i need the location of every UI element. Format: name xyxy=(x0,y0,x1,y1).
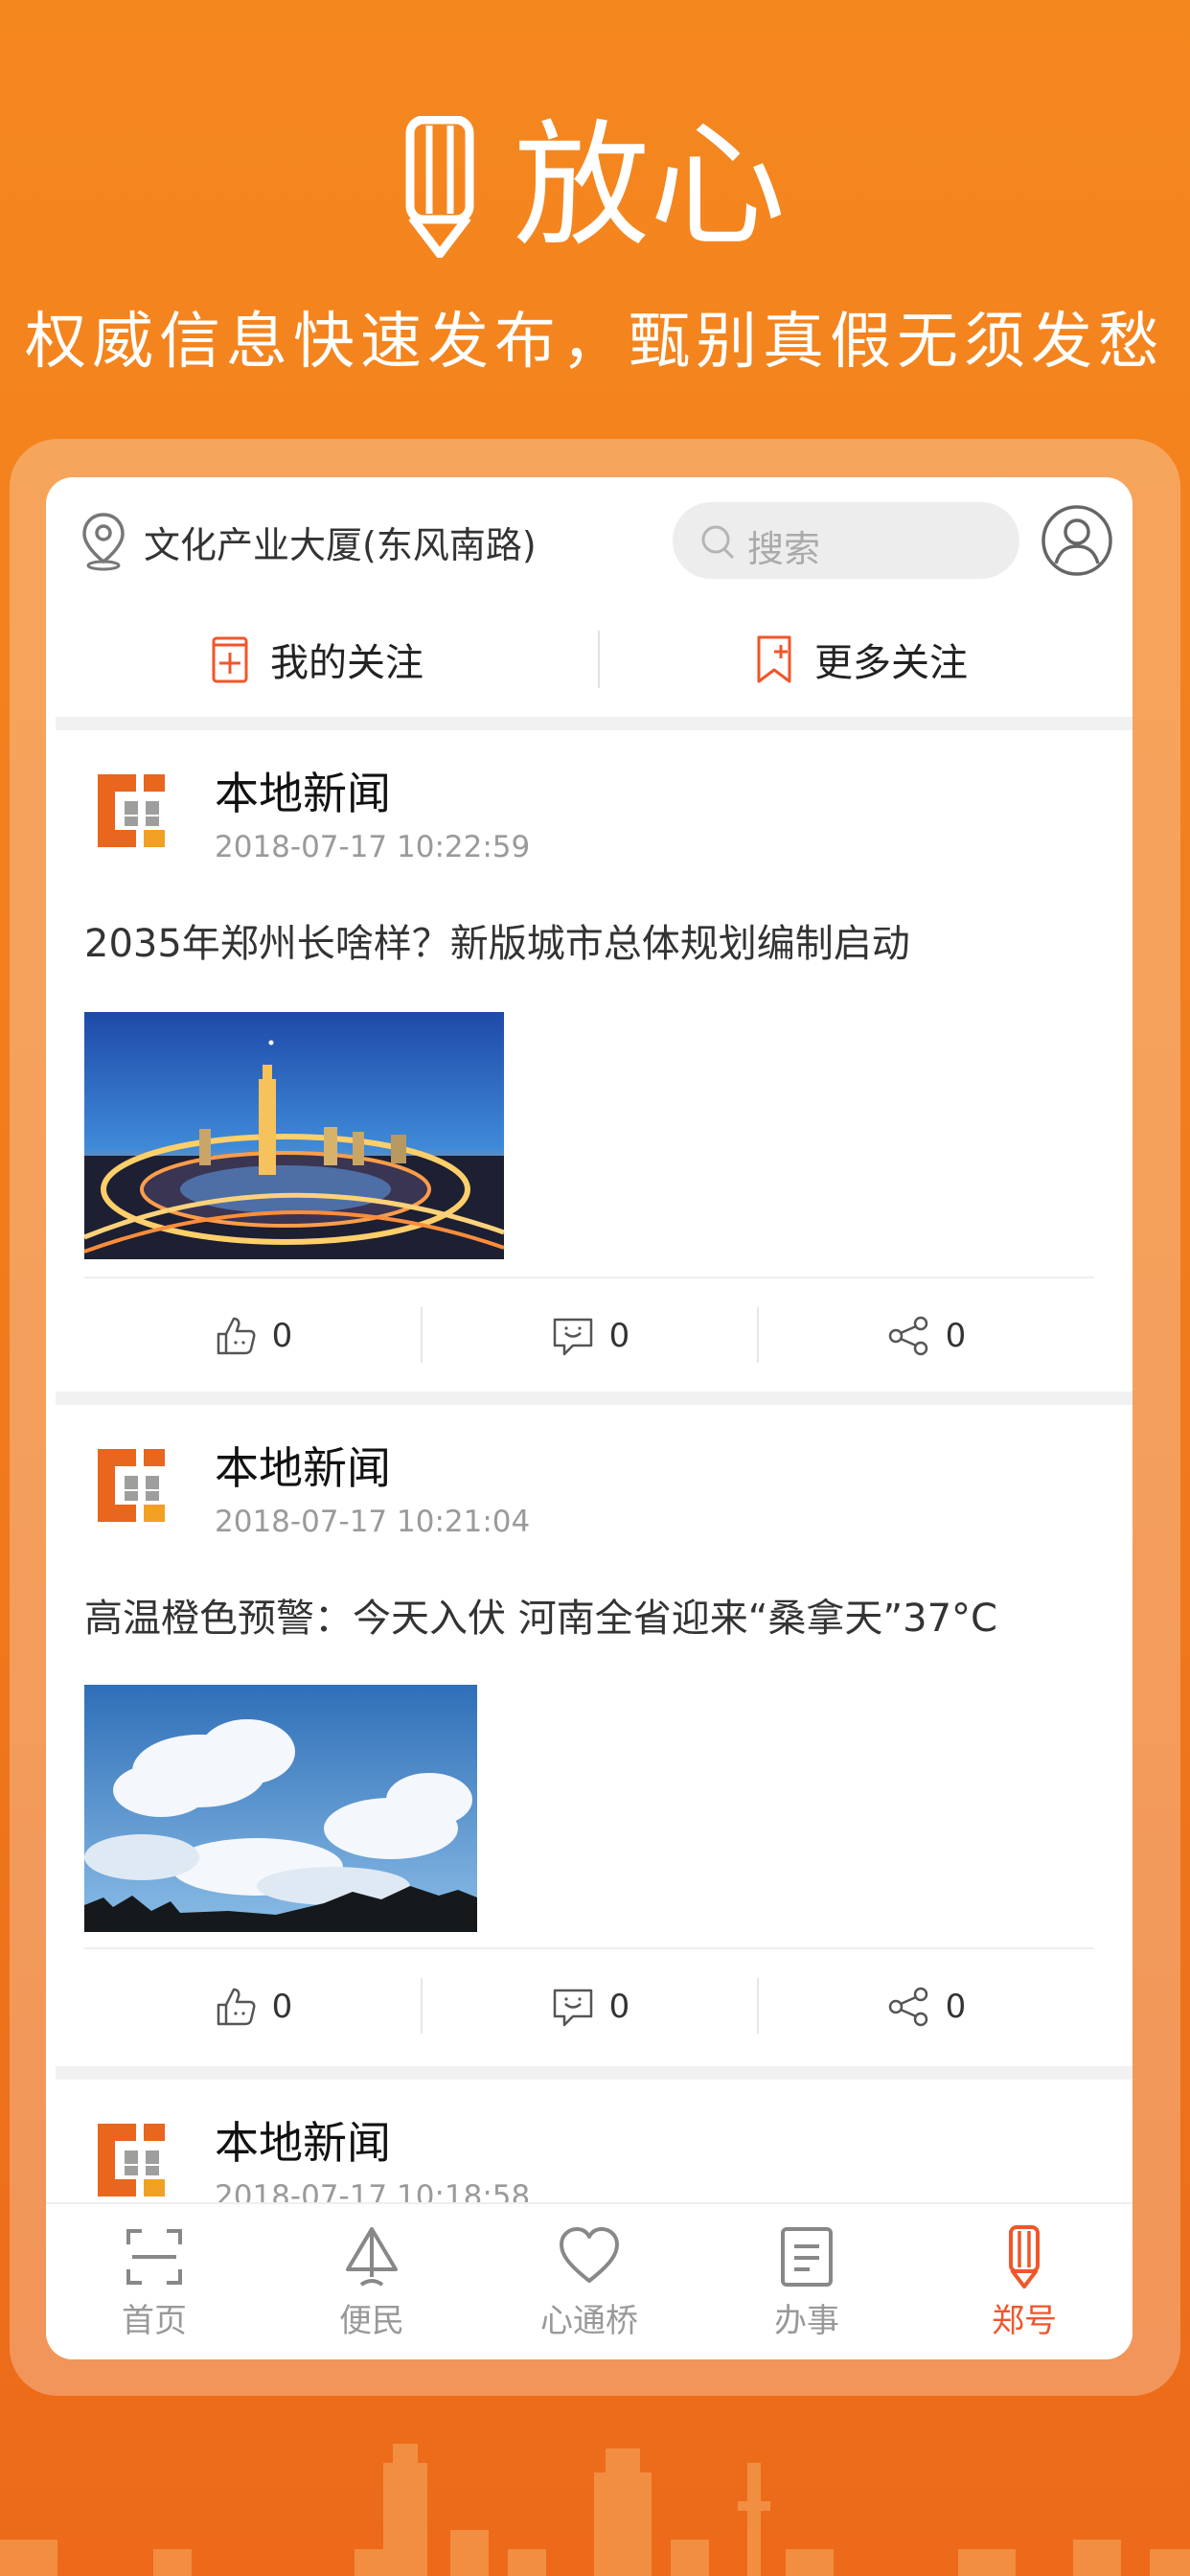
comment-button[interactable]: 0 xyxy=(422,1278,758,1393)
promo-title: 放心 xyxy=(514,107,786,265)
comment-count: 0 xyxy=(608,1317,630,1355)
follow-add-icon xyxy=(212,636,248,683)
city-skyline-illustration xyxy=(0,2444,1190,2576)
news-headline[interactable]: 高温橙色预警：今天入伏 河南全省迎来“桑拿天”37°C xyxy=(84,1587,997,1643)
news-card[interactable]: 本地新闻 2018-07-17 10:21:04 高温橙色预警：今天入伏 河南全… xyxy=(46,1405,1133,2066)
user-avatar-icon[interactable] xyxy=(1041,504,1113,577)
scan-icon xyxy=(126,2228,182,2285)
sail-icon xyxy=(346,2226,398,2287)
local-news-logo-icon xyxy=(98,774,165,847)
share-button[interactable]: 0 xyxy=(758,1949,1094,2064)
search-placeholder: 搜索 xyxy=(747,528,821,570)
my-follow-button[interactable]: 我的关注 xyxy=(46,602,588,717)
top-bar: 文化产业大厦(东风南路) 搜索 xyxy=(46,477,1133,602)
pencil-icon xyxy=(1009,2224,1040,2288)
my-follow-label: 我的关注 xyxy=(270,641,423,685)
news-time: 2018-07-17 10:22:59 xyxy=(215,830,531,864)
section-gap xyxy=(56,2066,1133,2080)
news-card[interactable]: 本地新闻 2018-07-17 10:18:58 xyxy=(46,2080,1133,2202)
more-follow-button[interactable]: 更多关注 xyxy=(590,602,1133,717)
news-card[interactable]: 本地新闻 2018-07-17 10:22:59 2035年郑州长啥样？新版城市… xyxy=(46,730,1133,1392)
tab-label: 办事 xyxy=(774,2301,839,2340)
tab-heart-bridge[interactable]: 心通桥 xyxy=(481,2204,698,2359)
like-button[interactable]: 0 xyxy=(84,1949,421,2064)
like-count: 0 xyxy=(271,1317,293,1355)
news-source: 本地新闻 xyxy=(215,1442,391,1494)
search-input[interactable]: 搜索 xyxy=(673,502,1019,579)
news-actions: 0 0 0 xyxy=(84,1276,1094,1393)
like-button[interactable]: 0 xyxy=(84,1278,421,1393)
heart-icon xyxy=(560,2226,619,2283)
news-headline[interactable]: 2035年郑州长啥样？新版城市总体规划编制启动 xyxy=(84,912,910,968)
news-time: 2018-07-17 10:21:04 xyxy=(215,1505,531,1539)
news-time: 2018-07-17 10:18:58 xyxy=(215,2179,531,2202)
comment-icon xyxy=(553,1318,592,1356)
news-source: 本地新闻 xyxy=(215,2117,391,2169)
section-gap xyxy=(56,717,1133,730)
location-text[interactable]: 文化产业大厦(东风南路) xyxy=(144,516,537,568)
tab-services[interactable]: 便民 xyxy=(263,2204,480,2359)
promo-header: 放心 xyxy=(0,105,1190,268)
share-count: 0 xyxy=(945,1988,967,2026)
pencil-icon xyxy=(405,116,474,258)
app-screen: 文化产业大厦(东风南路) 搜索 我的关注 更多关注 本地新闻 2018-07-1… xyxy=(46,477,1133,2359)
comment-icon xyxy=(553,1989,592,2027)
location-icon[interactable] xyxy=(80,512,126,571)
share-button[interactable]: 0 xyxy=(758,1278,1094,1393)
more-follow-label: 更多关注 xyxy=(814,641,968,685)
bottom-tab-bar: 首页 便民 心通桥 办事 郑号 xyxy=(46,2202,1133,2359)
section-gap xyxy=(56,1392,1133,1405)
thumbs-up-icon xyxy=(217,1988,256,2026)
news-actions: 0 0 0 xyxy=(84,1947,1094,2064)
tab-label: 心通桥 xyxy=(540,2301,638,2340)
like-count: 0 xyxy=(271,1988,293,2026)
local-news-logo-icon xyxy=(98,1449,165,1522)
bookmark-add-icon xyxy=(757,635,791,683)
share-icon xyxy=(888,1316,927,1356)
share-icon xyxy=(888,1987,927,2027)
tab-home[interactable]: 首页 xyxy=(46,2204,263,2359)
follow-row: 我的关注 更多关注 xyxy=(46,602,1133,717)
news-source: 本地新闻 xyxy=(215,768,391,819)
share-count: 0 xyxy=(945,1317,967,1355)
tab-zhenghao[interactable]: 郑号 xyxy=(916,2204,1133,2359)
tab-label: 便民 xyxy=(339,2301,404,2340)
local-news-logo-icon xyxy=(98,2124,165,2196)
comment-count: 0 xyxy=(608,1988,630,2026)
tab-affairs[interactable]: 办事 xyxy=(698,2204,915,2359)
city-night-photo[interactable] xyxy=(84,1012,504,1259)
search-icon xyxy=(701,525,735,560)
document-icon xyxy=(781,2226,833,2287)
comment-button[interactable]: 0 xyxy=(422,1949,758,2064)
tab-label: 首页 xyxy=(122,2301,187,2340)
promo-subtitle: 权威信息快速发布，甄别真假无须发愁 xyxy=(25,307,1165,378)
thumbs-up-icon xyxy=(217,1317,256,1355)
tab-label: 郑号 xyxy=(992,2301,1057,2340)
sky-clouds-photo[interactable] xyxy=(84,1685,477,1932)
